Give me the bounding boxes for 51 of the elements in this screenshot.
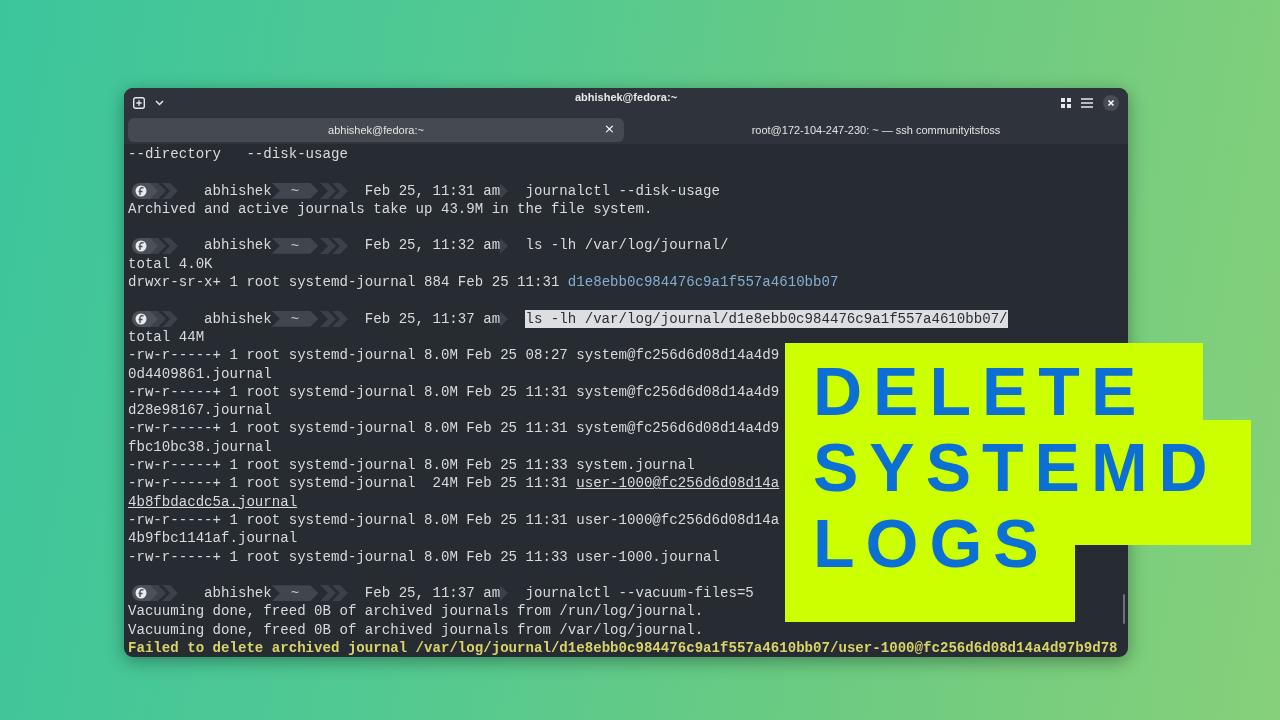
output-text: 0d4409861.journal [128, 364, 272, 383]
output-text: fbc10bc38.journal [128, 437, 272, 457]
output-text: total 44M [128, 327, 205, 347]
chevron-down-icon[interactable] [155, 100, 164, 106]
tab-close-button[interactable]: × [601, 122, 618, 136]
output-text: -rw-r-----+ 1 root systemd-journal 8.0M Feb 25 11:31 system@fc256d6d08d14a4d9 [128, 382, 780, 402]
command-text: ls -lh /var/log/journal/ [525, 236, 729, 255]
window-title: abhishek@fedora:~ [574, 91, 678, 103]
command-text: ls -lh /var/log/journal/d1e8ebb0c984476c9a1f557a4610bb07/ [525, 309, 1008, 328]
directory-name: d1e8ebb0c984476c9a1f557a4610bb07 [567, 273, 839, 292]
command-text: journalctl --disk-usage [525, 181, 720, 200]
prompt-directory: ~ [271, 182, 319, 199]
prompt-time: Feb 25, 11:32 am [364, 236, 501, 255]
output-text: Vacuuming done, freed 0B of archived journals from /run/log/journal. [128, 602, 704, 621]
close-icon[interactable] [1103, 95, 1119, 111]
output-text: -rw-r-----+ 1 root systemd-journal 8.0M Feb 25 11:31 system@fc256d6d08d14a4d9 [128, 419, 780, 438]
prompt-time: Feb 25, 11:37 am [364, 309, 501, 328]
banner-title: LOGS [813, 505, 1051, 581]
output-text: Archived and active journals take up 43.9M in the file system. [128, 199, 653, 219]
output-text: -rw-r-----+ 1 root systemd-journal 24M Feb 25 11:31 [128, 474, 569, 493]
prompt-directory: ~ [271, 310, 319, 327]
scrollbar[interactable] [1123, 594, 1125, 624]
prompt-directory: ~ [271, 237, 319, 254]
output-text: -rw-r-----+ 1 root systemd-journal 8.0M Feb 25 11:31 user-1000@fc256d6d08d14a [128, 510, 780, 530]
prompt-directory: ~ [271, 585, 319, 602]
prompt-user: abhishek [204, 584, 272, 603]
output-text: total 4.0K [128, 254, 213, 274]
output-text: -rw-r-----+ 1 root systemd-journal 8.0M Feb 25 08:27 system@fc256d6d08d14a4d9 [128, 346, 780, 365]
command-text: journalctl --vacuum-files=5 [525, 584, 754, 603]
banner-title: DELETE [813, 353, 1149, 429]
output-text: -rw-r-----+ 1 root systemd-journal 8.0M Feb 25 11:33 user-1000.journal [128, 547, 721, 566]
tab[interactable]: root@172-104-247-230: ~ — ssh communityitsfoss [628, 118, 1124, 142]
output-text: d28e98167.journal [128, 401, 272, 420]
output-text: Vacuuming done, freed 0B of archived journals from /var/log/journal. [128, 620, 704, 639]
prompt-user: abhishek [204, 309, 272, 328]
output-text: -rw-r-----+ 1 root systemd-journal 8.0M Feb 25 11:33 system.journal [128, 456, 695, 475]
prompt-time: Feb 25, 11:31 am [364, 181, 501, 200]
output-text: 4b9fbc1141af.journal [128, 529, 298, 548]
prompt-user: abhishek [204, 236, 272, 255]
file-link[interactable]: user-1000@fc256d6d08d14a [576, 474, 780, 493]
grid-icon[interactable] [1061, 98, 1071, 108]
menu-icon[interactable] [1081, 98, 1093, 108]
prompt-time: Feb 25, 11:37 am [364, 584, 501, 603]
output-text: --directory --disk-usage [128, 145, 348, 164]
file-link[interactable]: 4b8fbdacdc5a.journal [128, 492, 298, 511]
tab[interactable]: abhishek@fedora:~ × [128, 118, 624, 142]
new-tab-icon[interactable] [133, 97, 145, 109]
output-text: drwxr-sr-x+ 1 root systemd-journal 884 Feb 25 11:31 [128, 273, 561, 292]
error-text: Failed to delete archived journal /var/log/journal/d1e8ebb0c984476c9a1f557a4610bb07/user-1000@fc256d6d08d14a4d97b9d78 [128, 639, 1118, 657]
prompt-user: abhishek [204, 181, 272, 200]
banner-title: SYSTEMD [813, 429, 1219, 505]
